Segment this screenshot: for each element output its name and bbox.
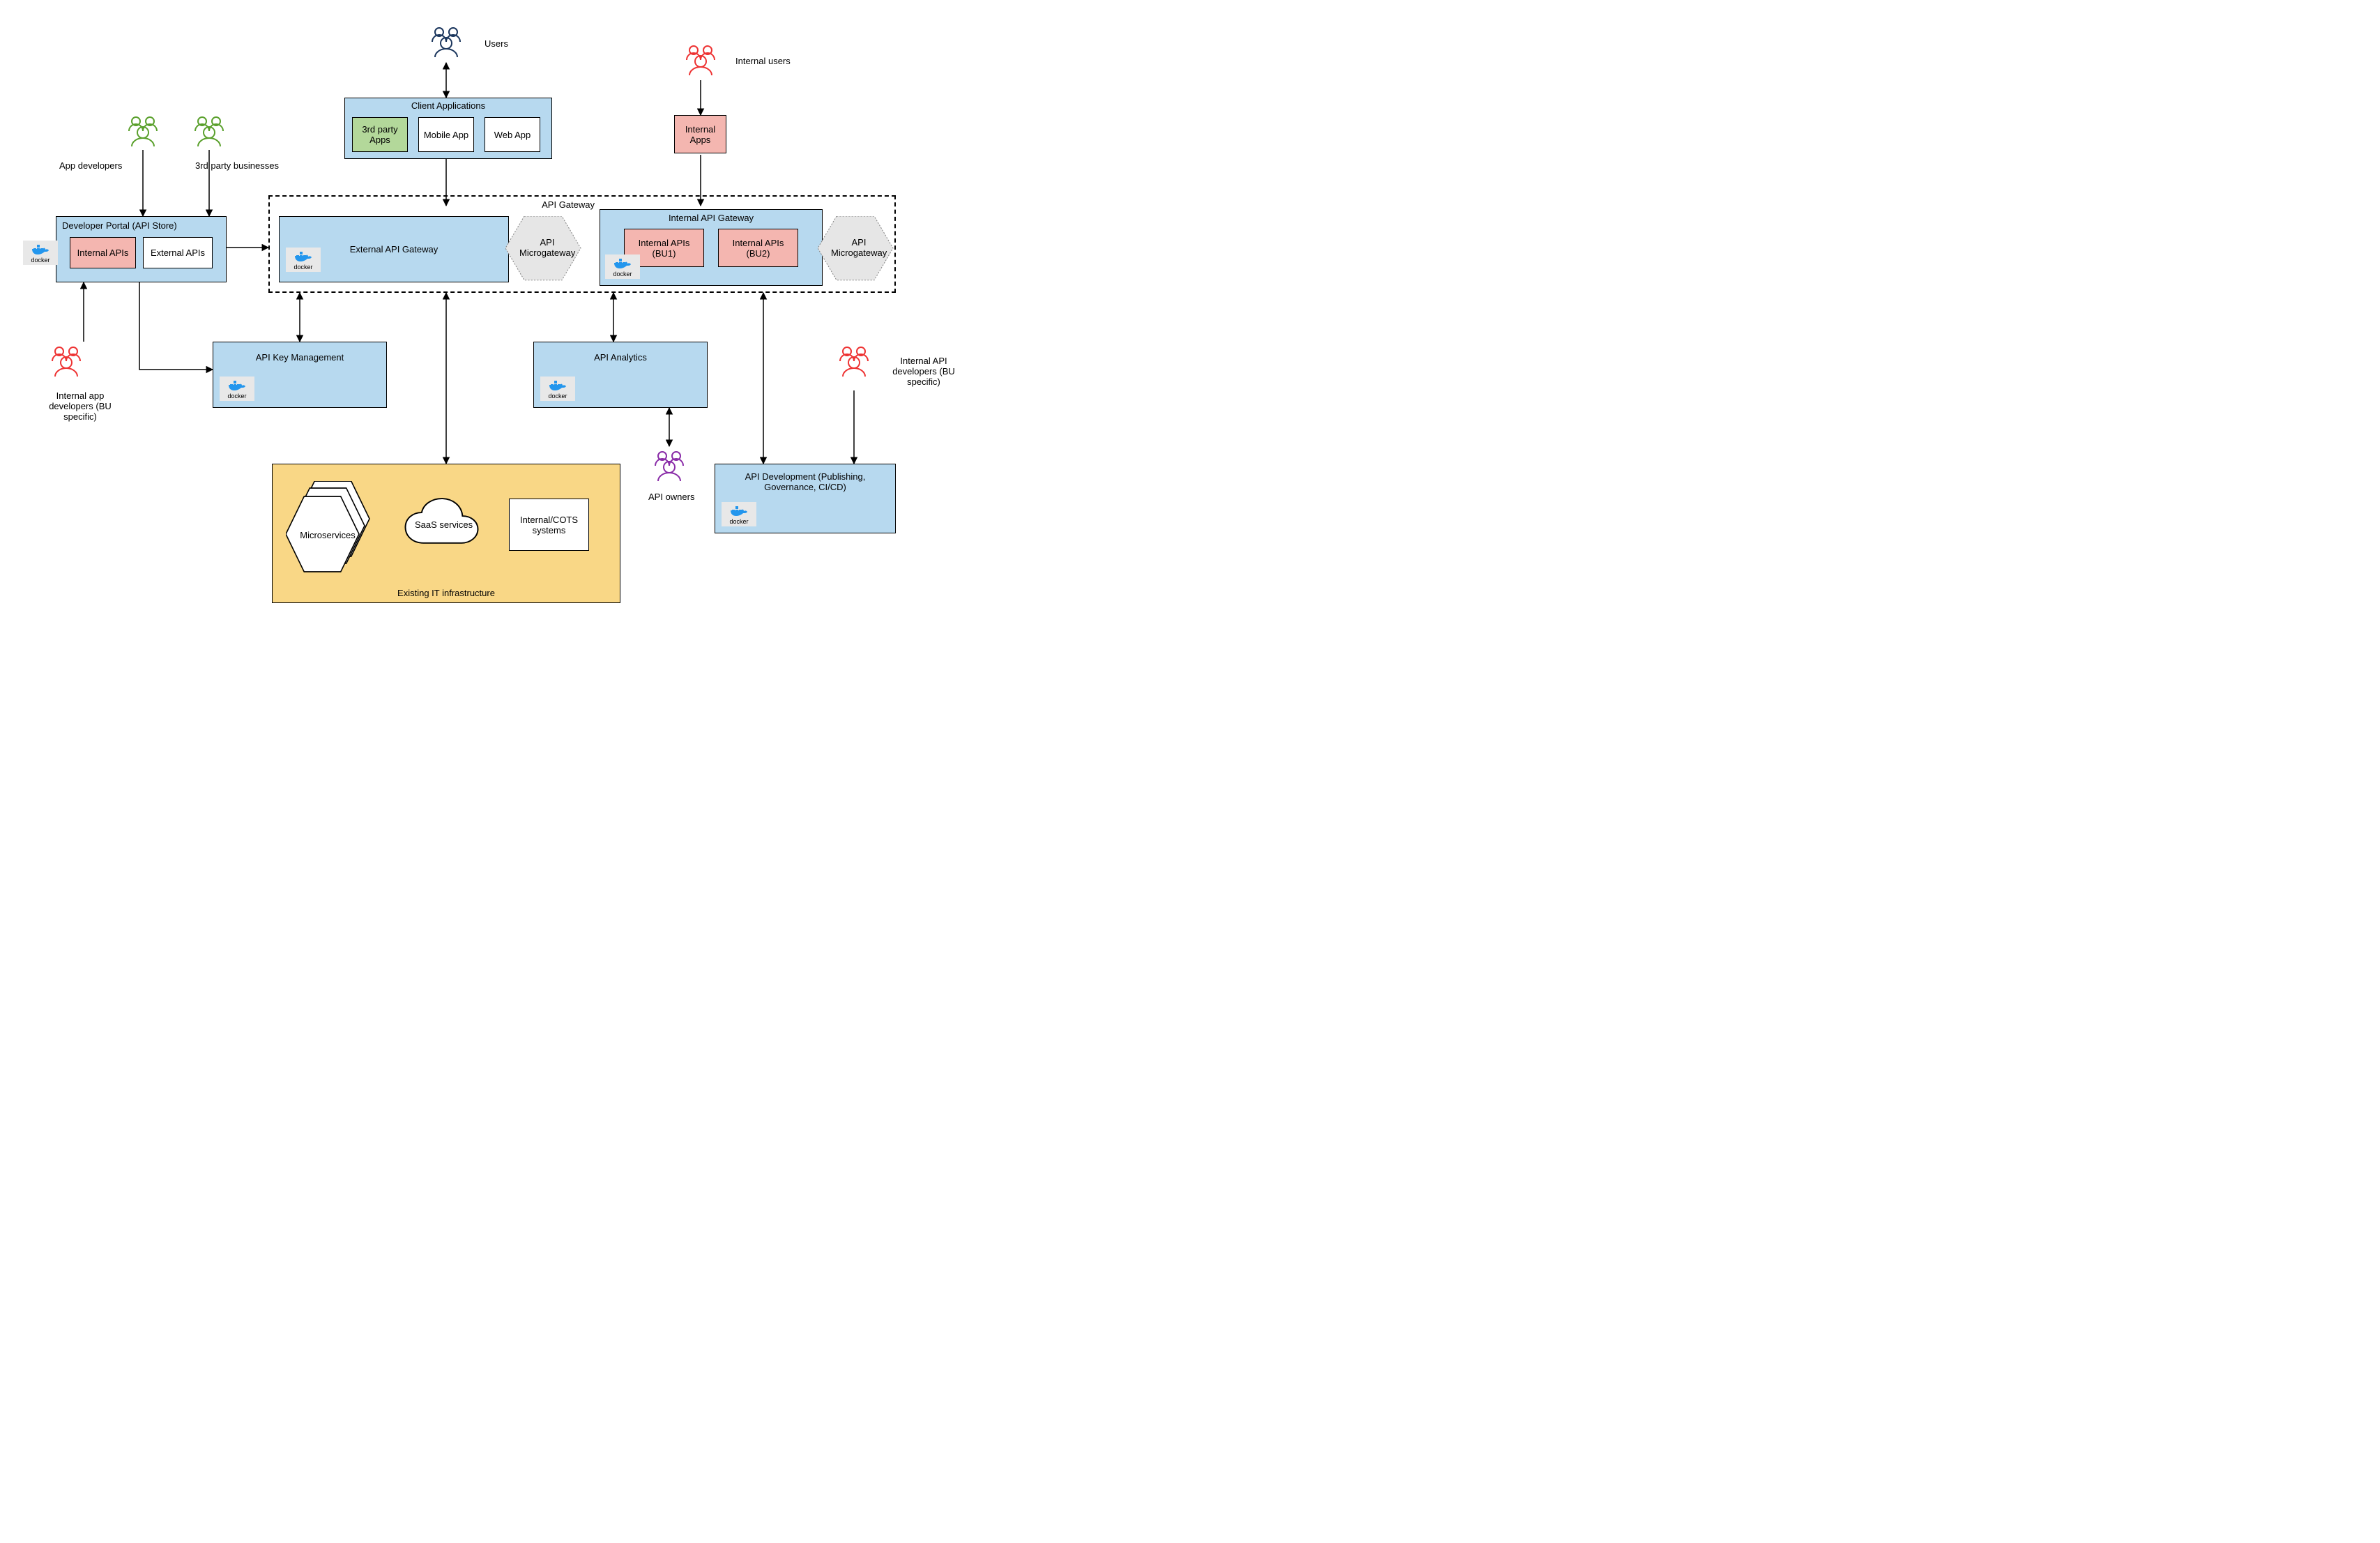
infra-title: Existing IT infrastructure xyxy=(397,588,495,598)
api-owners-label: API owners xyxy=(648,492,694,502)
internal-app-devs-icon xyxy=(38,342,94,380)
internal-api-devs-icon xyxy=(826,342,882,380)
docker-icon: docker xyxy=(605,254,640,279)
client-apps-title: Client Applications xyxy=(345,100,551,111)
users-label: Users xyxy=(485,38,508,49)
cots-box: Internal/COTS systems xyxy=(509,499,589,551)
internal-users-label: Internal users xyxy=(735,56,791,66)
internal-apis-bu2: Internal APIs (BU2) xyxy=(718,229,798,267)
docker-icon: docker xyxy=(220,377,254,401)
third-party-icon xyxy=(181,112,237,150)
api-gateway-label: API Gateway xyxy=(542,199,595,210)
saas-label: SaaS services xyxy=(415,519,473,530)
internal-apis-box: Internal APIs xyxy=(70,237,136,268)
app-devs-label: App developers xyxy=(59,160,122,171)
microservices-label: Microservices xyxy=(293,530,363,540)
api-owners-icon xyxy=(641,446,697,485)
internal-gateway-title: Internal API Gateway xyxy=(600,213,822,223)
internal-app-devs-label: Internal app developers (BU specific) xyxy=(38,390,122,422)
microgateway-label: API Microgateway xyxy=(831,237,887,258)
web-app-box: Web App xyxy=(485,117,540,152)
external-apis-box: External APIs xyxy=(143,237,213,268)
diagram-canvas: Users Internal users App developers 3rd … xyxy=(0,0,1032,662)
docker-icon: docker xyxy=(286,248,321,272)
docker-icon: docker xyxy=(540,377,575,401)
docker-icon: docker xyxy=(23,241,58,265)
third-party-label: 3rd party businesses xyxy=(195,160,279,171)
users-icon xyxy=(418,22,474,61)
third-party-apps-box: 3rd party Apps xyxy=(352,117,408,152)
internal-api-devs-label: Internal API developers (BU specific) xyxy=(889,356,959,387)
app-devs-icon xyxy=(115,112,171,150)
dev-portal-title: Developer Portal (API Store) xyxy=(62,220,177,231)
mobile-app-box: Mobile App xyxy=(418,117,474,152)
docker-icon: docker xyxy=(722,502,756,526)
microgateway-label: API Microgateway xyxy=(519,237,575,258)
internal-users-icon xyxy=(673,40,729,79)
internal-apps-box: Internal Apps xyxy=(674,115,726,153)
